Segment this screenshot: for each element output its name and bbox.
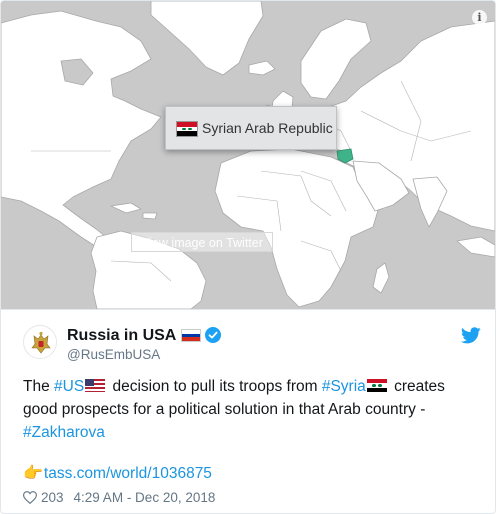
- tweet-link[interactable]: tass.com/world/1036875: [44, 465, 212, 482]
- tweet-timestamp[interactable]: 4:29 AM - Dec 20, 2018: [74, 490, 216, 505]
- hashtag-zakharova[interactable]: #Zakharova: [23, 424, 105, 441]
- tweet-footer: 203 4:29 AM - Dec 20, 2018: [23, 490, 215, 505]
- russian-coat-of-arms-icon: [25, 327, 56, 358]
- tweet-link-line: 👉tass.com/world/1036875: [23, 463, 212, 483]
- verified-badge-icon: [205, 327, 222, 343]
- avatar[interactable]: [23, 325, 57, 359]
- tweet-text-segment: The: [23, 378, 55, 395]
- twitter-bird-icon[interactable]: [461, 327, 481, 344]
- hashtag-syria[interactable]: #Syria: [322, 378, 366, 395]
- world-map: [1, 1, 495, 309]
- pointing-hand-icon: 👉: [23, 465, 43, 482]
- country-tooltip: Syrian Arab Republic: [165, 106, 337, 150]
- syria-flag-icon: [176, 121, 198, 137]
- like-count[interactable]: 203: [41, 490, 64, 505]
- author-name[interactable]: Russia in USA: [67, 327, 176, 344]
- russia-flag-icon: [181, 329, 202, 342]
- syria-flag-icon: [366, 379, 387, 392]
- tweet-text: The #US decision to pull its troops from…: [23, 375, 478, 444]
- tweet-media-map[interactable]: i Syrian Arab Republic View image on Twi…: [1, 1, 495, 310]
- hashtag-us[interactable]: #US: [54, 378, 84, 395]
- like-heart-icon[interactable]: [23, 491, 37, 504]
- tooltip-country-label: Syrian Arab Republic: [202, 120, 333, 136]
- tweet-author-header: Russia in USA @RusEmbUSA: [23, 325, 483, 365]
- tweet-card: i Syrian Arab Republic View image on Twi…: [0, 0, 496, 514]
- author-name-row: Russia in USA: [67, 327, 222, 347]
- tweet-text-segment: decision to pull its troops from: [108, 378, 322, 395]
- us-flag-icon: [85, 379, 106, 392]
- view-image-on-twitter-button[interactable]: View image on Twitter: [131, 232, 273, 252]
- info-icon[interactable]: i: [472, 10, 487, 25]
- author-handle[interactable]: @RusEmbUSA: [67, 347, 160, 362]
